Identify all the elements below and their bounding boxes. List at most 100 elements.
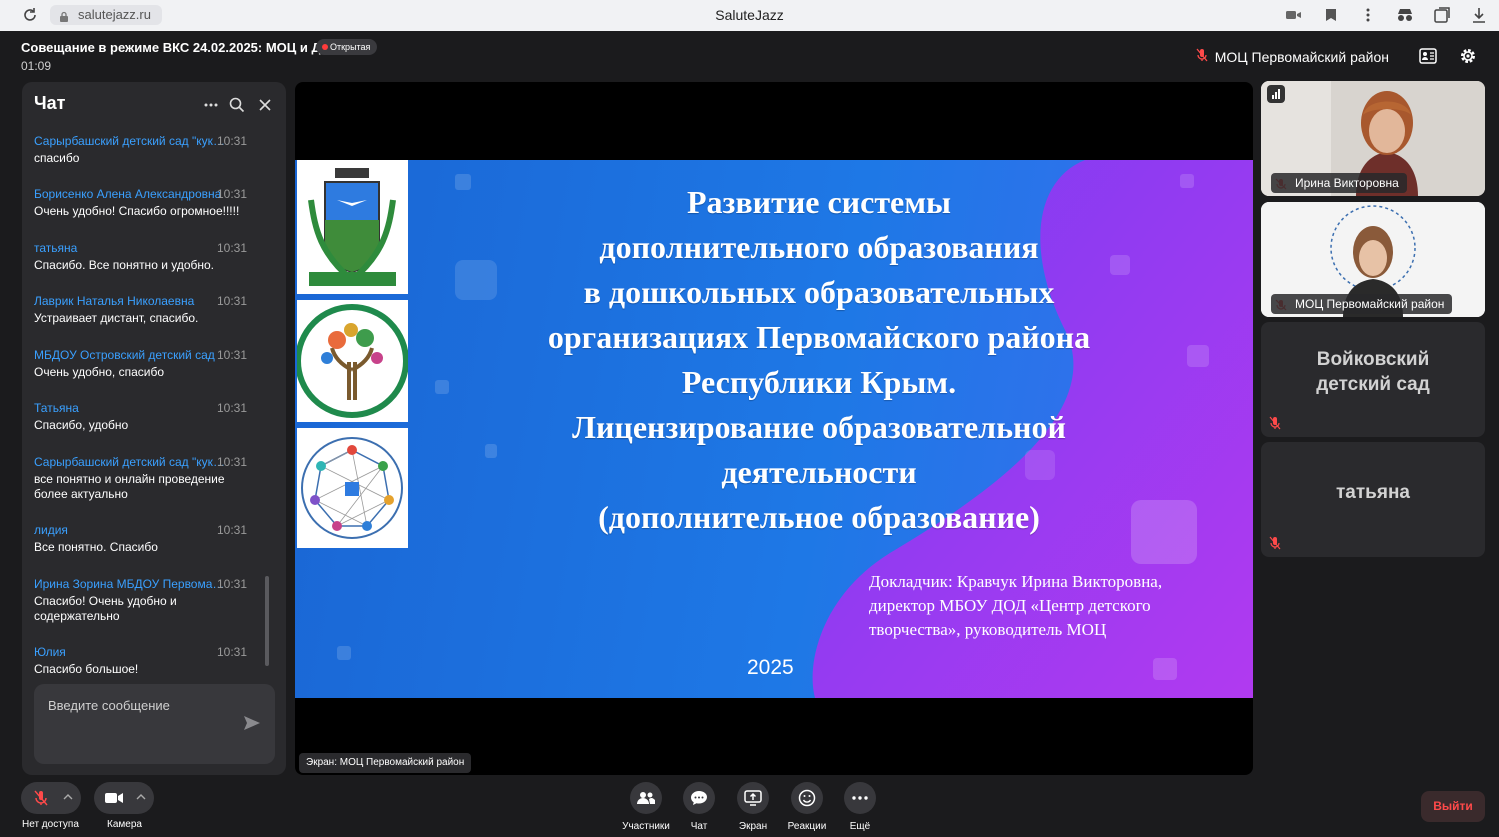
active-speaker-name: МОЦ Первомайский район bbox=[1214, 48, 1389, 65]
camera-permission-icon[interactable] bbox=[1284, 5, 1304, 25]
message-time: 10:31 bbox=[216, 187, 247, 201]
participant-name-line: детский сад bbox=[1316, 374, 1430, 395]
reactions-button[interactable]: Реакции bbox=[787, 782, 827, 832]
incognito-icon[interactable] bbox=[1395, 5, 1415, 25]
message-time: 10:31 bbox=[216, 348, 247, 362]
message-time: 10:31 bbox=[216, 523, 247, 537]
download-icon[interactable] bbox=[1469, 5, 1489, 25]
screen-label: Экран bbox=[738, 821, 768, 832]
more-label: Ещё bbox=[849, 821, 871, 832]
mic-button[interactable] bbox=[21, 782, 81, 814]
participant-name: МОЦ Первомайский район bbox=[1271, 294, 1453, 314]
mic-off-icon bbox=[1269, 416, 1281, 430]
participants-button[interactable]: Участники bbox=[622, 782, 670, 832]
slide-speaker-info: Докладчик: Кравчук Ирина Викторовна, дир… bbox=[869, 570, 1214, 642]
send-icon[interactable] bbox=[243, 714, 261, 732]
meeting-timer: 01:09 bbox=[21, 59, 52, 73]
participant-name: Войковский детский сад bbox=[1261, 347, 1485, 397]
browser-toolbar: salutejazz.ru SaluteJazz bbox=[0, 0, 1499, 31]
municipal-center-logo-image bbox=[297, 428, 408, 548]
message-time: 10:31 bbox=[216, 134, 247, 148]
message-time: 10:31 bbox=[216, 455, 247, 469]
participant-tile[interactable]: Ирина Викторовна bbox=[1261, 81, 1485, 196]
message-input[interactable] bbox=[48, 698, 238, 713]
screen-share-icon bbox=[737, 782, 769, 814]
slide-title-line: Республики Крым. bbox=[681, 364, 957, 400]
message-text: Устраивает дистант, спасибо. bbox=[34, 311, 199, 325]
chat-message: Юлия 10:31 Спасибо большое! bbox=[22, 645, 271, 677]
reload-icon[interactable] bbox=[20, 5, 40, 25]
more-button[interactable]: Ещё bbox=[844, 782, 876, 832]
extensions-icon[interactable] bbox=[1432, 5, 1452, 25]
address-bar[interactable]: salutejazz.ru bbox=[50, 5, 162, 25]
chat-bubble-icon bbox=[683, 782, 715, 814]
chat-title: Чат bbox=[34, 93, 66, 113]
presentation-slide: Развитие системы дополнительного образов… bbox=[295, 160, 1253, 698]
chat-message: МБДОУ Островский детский сад 10:31 Очень… bbox=[22, 348, 271, 380]
slide-title-line: деятельности bbox=[721, 454, 917, 490]
camera-button[interactable] bbox=[94, 782, 154, 814]
chat-panel: Чат Сарырбашский детский сад "кукушка" 1… bbox=[22, 82, 286, 775]
participant-tile[interactable]: Войковский детский сад bbox=[1261, 322, 1485, 437]
message-text: спасибо bbox=[34, 151, 80, 165]
lock-icon bbox=[58, 9, 70, 22]
message-author[interactable]: Сарырбашский детский сад "кукушка" bbox=[34, 134, 228, 148]
slide-title: Развитие системы дополнительного образов… bbox=[435, 180, 1203, 540]
search-icon[interactable] bbox=[228, 96, 246, 114]
participant-name: татьяна bbox=[1261, 480, 1485, 505]
participant-name: Ирина Викторовна bbox=[1271, 173, 1407, 193]
message-author[interactable]: Лаврик Наталья Николаевна bbox=[34, 294, 228, 308]
message-text: Очень удобно! Спасибо огромное!!!!! bbox=[34, 204, 240, 218]
message-author[interactable]: Татьяна bbox=[34, 401, 228, 415]
chat-message: татьяна 10:31 Спасибо. Все понятно и удо… bbox=[22, 241, 271, 273]
slide-speaker-line: творчества», руководитель МОЦ bbox=[869, 620, 1107, 639]
participant-name-line: татьяна bbox=[1336, 482, 1410, 503]
message-composer bbox=[34, 684, 275, 764]
slide-speaker-line: Докладчик: Кравчук Ирина Викторовна, bbox=[869, 572, 1163, 591]
screen-share-button[interactable]: Экран bbox=[737, 782, 769, 832]
participant-name-line: Войковский bbox=[1316, 349, 1430, 370]
chat-message: Борисенко Алена Александровна 10:31 Очен… bbox=[22, 187, 271, 219]
camera-label: Камера bbox=[107, 819, 142, 830]
close-icon[interactable] bbox=[256, 96, 274, 114]
message-text: Спасибо большое! bbox=[34, 662, 139, 676]
chat-scrollbar[interactable] bbox=[265, 576, 269, 666]
participant-tile[interactable]: татьяна bbox=[1261, 442, 1485, 557]
leave-button[interactable]: Выйти bbox=[1421, 791, 1485, 822]
message-author[interactable]: Сарырбашский детский сад "кукушка" bbox=[34, 455, 228, 469]
message-time: 10:31 bbox=[216, 241, 247, 255]
message-author[interactable]: татьяна bbox=[34, 241, 228, 255]
more-options-icon[interactable] bbox=[202, 96, 220, 114]
message-time: 10:31 bbox=[216, 577, 247, 591]
status-badge: Открытая bbox=[316, 39, 378, 55]
message-time: 10:31 bbox=[216, 645, 247, 659]
screen-share-stage: Развитие системы дополнительного образов… bbox=[295, 82, 1253, 775]
message-author[interactable]: лидия bbox=[34, 523, 228, 537]
slide-title-line: организациях Первомайского района bbox=[547, 319, 1091, 355]
slide-title-line: в дошкольных образовательных bbox=[583, 274, 1055, 310]
chat-message: Лаврик Наталья Николаевна 10:31 Устраива… bbox=[22, 294, 271, 326]
message-author[interactable]: Ирина Зорина МБДОУ Первомайский bbox=[34, 577, 228, 591]
mic-off-icon bbox=[31, 788, 51, 808]
chat-button[interactable]: Чат bbox=[683, 782, 715, 832]
message-author[interactable]: Борисенко Алена Александровна bbox=[34, 187, 228, 201]
mic-label: Нет доступа bbox=[22, 819, 79, 830]
emblems-column bbox=[295, 160, 409, 548]
signal-strength-icon bbox=[1267, 85, 1285, 103]
settings-gear-icon[interactable] bbox=[1458, 46, 1478, 66]
slide-title-line: дополнительного образования bbox=[599, 229, 1039, 265]
layout-icon[interactable] bbox=[1418, 46, 1438, 66]
chat-message: Сарырбашский детский сад "кукушка" 10:31… bbox=[22, 134, 271, 166]
message-author[interactable]: МБДОУ Островский детский сад bbox=[34, 348, 228, 362]
message-author[interactable]: Юлия bbox=[34, 645, 228, 659]
chevron-up-icon[interactable] bbox=[61, 790, 75, 804]
more-dots-icon bbox=[844, 782, 876, 814]
active-speaker: МОЦ Первомайский район bbox=[1196, 48, 1389, 65]
participant-tile[interactable]: МОЦ Первомайский район bbox=[1261, 202, 1485, 317]
message-text: Очень удобно, спасибо bbox=[34, 365, 165, 379]
kebab-menu-icon[interactable] bbox=[1358, 5, 1378, 25]
camera-icon bbox=[104, 788, 124, 808]
meeting-title: Совещание в режиме ВКС 24.02.2025: МОЦ и… bbox=[21, 40, 341, 55]
bookmark-icon[interactable] bbox=[1321, 5, 1341, 25]
chevron-up-icon[interactable] bbox=[134, 790, 148, 804]
